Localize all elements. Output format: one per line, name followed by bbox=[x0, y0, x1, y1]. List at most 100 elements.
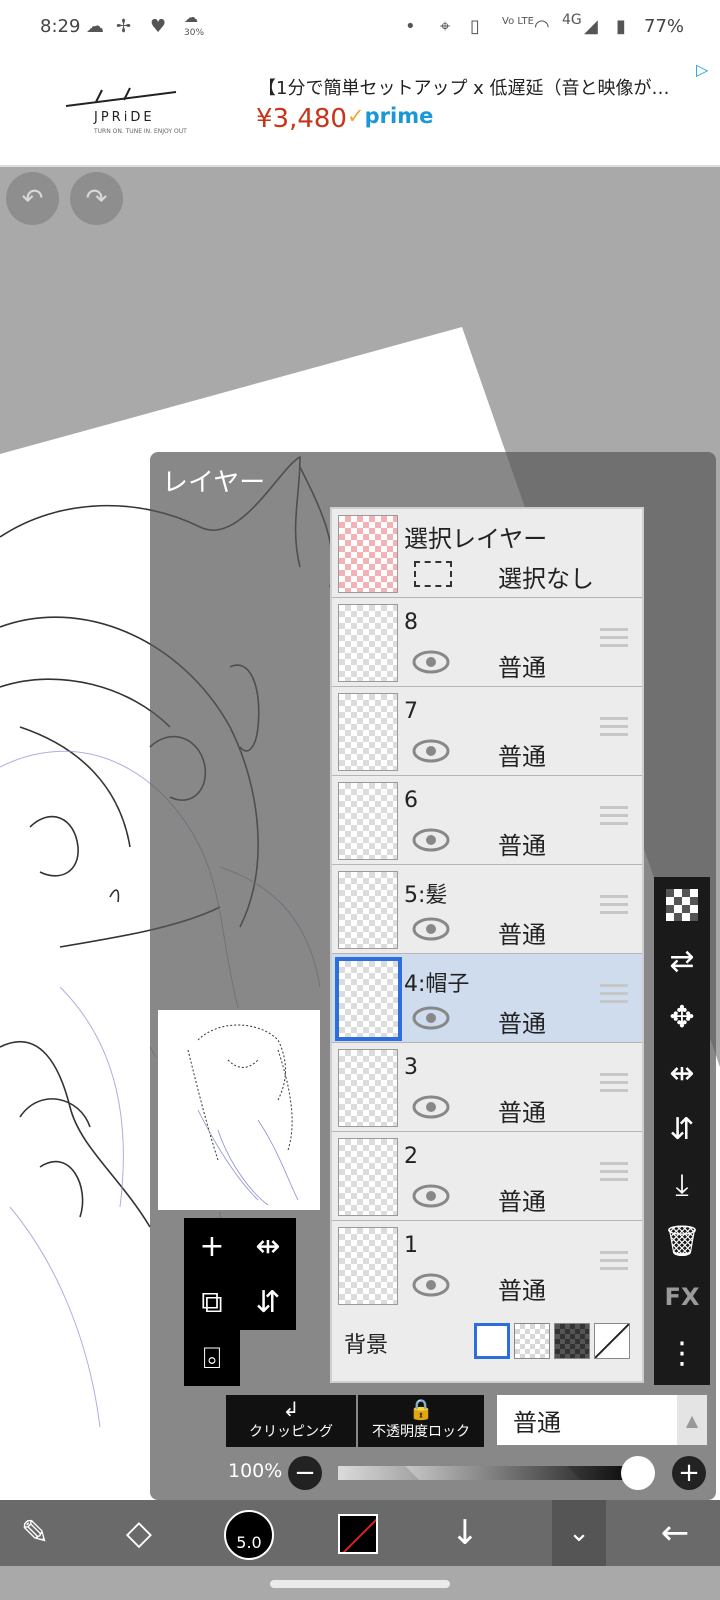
bg-none-option[interactable] bbox=[594, 1323, 630, 1359]
move-button[interactable]: ✥ bbox=[654, 989, 710, 1045]
opacity-decrease-button[interactable]: − bbox=[288, 1456, 322, 1490]
bottom-toolbar: ✎ ◇ 5.0 ↓ ⌄ ← bbox=[0, 1500, 720, 1566]
layer-row[interactable]: 8 普通 bbox=[332, 598, 642, 688]
flip-vertical-button[interactable]: ⇵ bbox=[654, 1101, 710, 1157]
redo-button[interactable]: ↷ bbox=[70, 172, 123, 225]
layer-down-button[interactable]: ↓ bbox=[430, 1500, 500, 1566]
tool-switch-button[interactable]: ✎ bbox=[0, 1500, 70, 1566]
opacity-increase-button[interactable]: + bbox=[672, 1456, 706, 1490]
drag-handle-icon[interactable] bbox=[600, 1073, 628, 1099]
brush-size-value: 5.0 bbox=[236, 1533, 262, 1552]
layer-list: 選択レイヤー 選択なし 8 普通 7 普通 6 普通 5:髪 普通 4:帽子 普… bbox=[330, 507, 644, 1383]
blend-mode-label[interactable]: 普通 bbox=[498, 826, 546, 861]
eye-icon[interactable] bbox=[412, 650, 450, 674]
camera-layer-button[interactable]: ⌻ bbox=[184, 1330, 240, 1386]
rotate-layer-button[interactable]: ⇵ bbox=[240, 1274, 296, 1330]
layer-thumbnail bbox=[338, 1138, 398, 1216]
panel-title: レイヤー bbox=[162, 468, 266, 498]
add-layer-button[interactable]: + bbox=[184, 1218, 240, 1274]
eye-icon[interactable] bbox=[412, 1184, 450, 1208]
network-type: 4G bbox=[562, 12, 582, 28]
blend-mode-label[interactable]: 普通 bbox=[498, 1004, 546, 1039]
home-gesture-pill[interactable] bbox=[270, 1580, 450, 1588]
eye-icon[interactable] bbox=[412, 828, 450, 852]
flip-horizontal-icon: ⇹ bbox=[669, 1055, 695, 1091]
adchoices-icon[interactable]: ▷ bbox=[696, 60, 714, 79]
opacity-lock-button[interactable]: 🔒 不透明度ロック bbox=[358, 1395, 484, 1447]
flip-horizontal-button[interactable]: ⇹ bbox=[654, 1045, 710, 1101]
location-icon: ⌖ bbox=[440, 16, 451, 37]
plus-icon: + bbox=[678, 1458, 700, 1488]
brand-tagline: TURN ON. TUNE IN. ENJOY OUT bbox=[94, 128, 187, 135]
eye-icon[interactable] bbox=[412, 1273, 450, 1297]
drag-handle-icon[interactable] bbox=[600, 628, 628, 654]
lock-icon: 🔒 bbox=[408, 1397, 434, 1421]
eraser-button[interactable]: ◇ bbox=[104, 1500, 174, 1566]
eye-icon[interactable] bbox=[412, 1095, 450, 1119]
flip-layer-button[interactable]: ⇹ bbox=[240, 1218, 296, 1274]
blend-mode-label[interactable]: 普通 bbox=[498, 1182, 546, 1217]
layer-row[interactable]: 7 普通 bbox=[332, 687, 642, 777]
drag-handle-icon[interactable] bbox=[600, 1251, 628, 1277]
blend-mode-label[interactable]: 普通 bbox=[498, 648, 546, 683]
selection-layer-row[interactable]: 選択レイヤー 選択なし bbox=[332, 509, 642, 599]
layer-add-tools: + ⇹ ⧉ ⇵ ⌻ bbox=[184, 1218, 296, 1386]
status-bar: 8:29 ☁ ✢ ♥ ☁ 30% • ⌖ ▯ Vo LTE ◠ 4G ◢ ▮ 7… bbox=[0, 0, 720, 54]
layer-name: 8 bbox=[404, 610, 418, 635]
prime-badge: ✓prime bbox=[347, 104, 434, 128]
back-button[interactable]: ← bbox=[640, 1500, 710, 1566]
selection-layer-label: 選択レイヤー bbox=[404, 525, 548, 553]
bg-transparent-dark-option[interactable] bbox=[554, 1323, 590, 1359]
duplicate-layer-button[interactable]: ⧉ bbox=[184, 1274, 240, 1330]
layer-tools-toolbar: ⇄ ✥ ⇹ ⇵ ⤓ 🗑 FX ⋮ bbox=[654, 877, 710, 1385]
swap-icon: ⇄ bbox=[669, 943, 695, 979]
color-button[interactable] bbox=[338, 1514, 378, 1554]
weather-percent: 30% bbox=[184, 28, 205, 38]
layer-row[interactable]: 6 普通 bbox=[332, 776, 642, 866]
layer-row[interactable]: 2 普通 bbox=[332, 1132, 642, 1222]
clip-arrow-icon: ↲ bbox=[282, 1397, 300, 1421]
layer-row[interactable]: 3 普通 bbox=[332, 1043, 642, 1133]
blend-mode-select[interactable]: 普通 bbox=[497, 1395, 677, 1445]
eye-icon[interactable] bbox=[412, 917, 450, 941]
eye-icon[interactable] bbox=[412, 739, 450, 763]
fx-button[interactable]: FX bbox=[654, 1269, 710, 1325]
bg-white-option[interactable] bbox=[474, 1323, 510, 1359]
ad-banner[interactable]: JPRiDE TURN ON. TUNE IN. ENJOY OUT 【1分で簡… bbox=[0, 54, 720, 167]
drag-handle-icon[interactable] bbox=[600, 1162, 628, 1188]
opacity-slider[interactable] bbox=[338, 1466, 648, 1480]
collapse-button[interactable]: ⌄ bbox=[552, 1500, 606, 1566]
layer-row-selected[interactable]: 4:帽子 普通 bbox=[332, 954, 642, 1044]
merge-down-button[interactable]: ⤓ bbox=[654, 1157, 710, 1213]
drag-handle-icon[interactable] bbox=[600, 806, 628, 832]
layer-row[interactable]: 1 普通 bbox=[332, 1221, 642, 1311]
delete-layer-button[interactable]: 🗑 bbox=[654, 1213, 710, 1269]
brush-size-button[interactable]: 5.0 bbox=[224, 1510, 274, 1560]
ad-title[interactable]: 【1分で簡単セットアップ x 低遅延（音と映像が… bbox=[258, 74, 704, 100]
move-icon: ✥ bbox=[669, 999, 695, 1035]
blend-mode-label[interactable]: 普通 bbox=[498, 1271, 546, 1306]
transparency-button[interactable] bbox=[654, 877, 710, 933]
hotspot-icon: ◠ bbox=[534, 16, 550, 37]
opacity-slider-thumb[interactable] bbox=[621, 1456, 655, 1490]
drag-handle-icon[interactable] bbox=[600, 717, 628, 743]
swap-layer-button[interactable]: ⇄ bbox=[654, 933, 710, 989]
fx-label: FX bbox=[664, 1283, 700, 1311]
blend-mode-label[interactable]: 普通 bbox=[498, 1093, 546, 1128]
undo-icon: ↶ bbox=[21, 183, 44, 214]
clipping-button[interactable]: ↲ クリッピング bbox=[226, 1395, 356, 1447]
dropdown-arrow-icon[interactable]: ▲ bbox=[677, 1395, 707, 1445]
layer-row[interactable]: 5:髪 普通 bbox=[332, 865, 642, 955]
undo-button[interactable]: ↶ bbox=[6, 172, 59, 225]
layer-name: 6 bbox=[404, 788, 418, 813]
drag-handle-icon[interactable] bbox=[600, 895, 628, 921]
blend-mode-label[interactable]: 普通 bbox=[498, 915, 546, 950]
battery-icon: ▮ bbox=[616, 16, 626, 37]
layer-thumbnail bbox=[338, 782, 398, 860]
more-button[interactable]: ⋮ bbox=[654, 1325, 710, 1381]
bg-transparent-light-option[interactable] bbox=[514, 1323, 550, 1359]
drag-handle-icon[interactable] bbox=[600, 984, 628, 1010]
eye-icon[interactable] bbox=[412, 1006, 450, 1030]
blend-mode-label[interactable]: 普通 bbox=[498, 737, 546, 772]
preview-image bbox=[187, 1024, 299, 1206]
